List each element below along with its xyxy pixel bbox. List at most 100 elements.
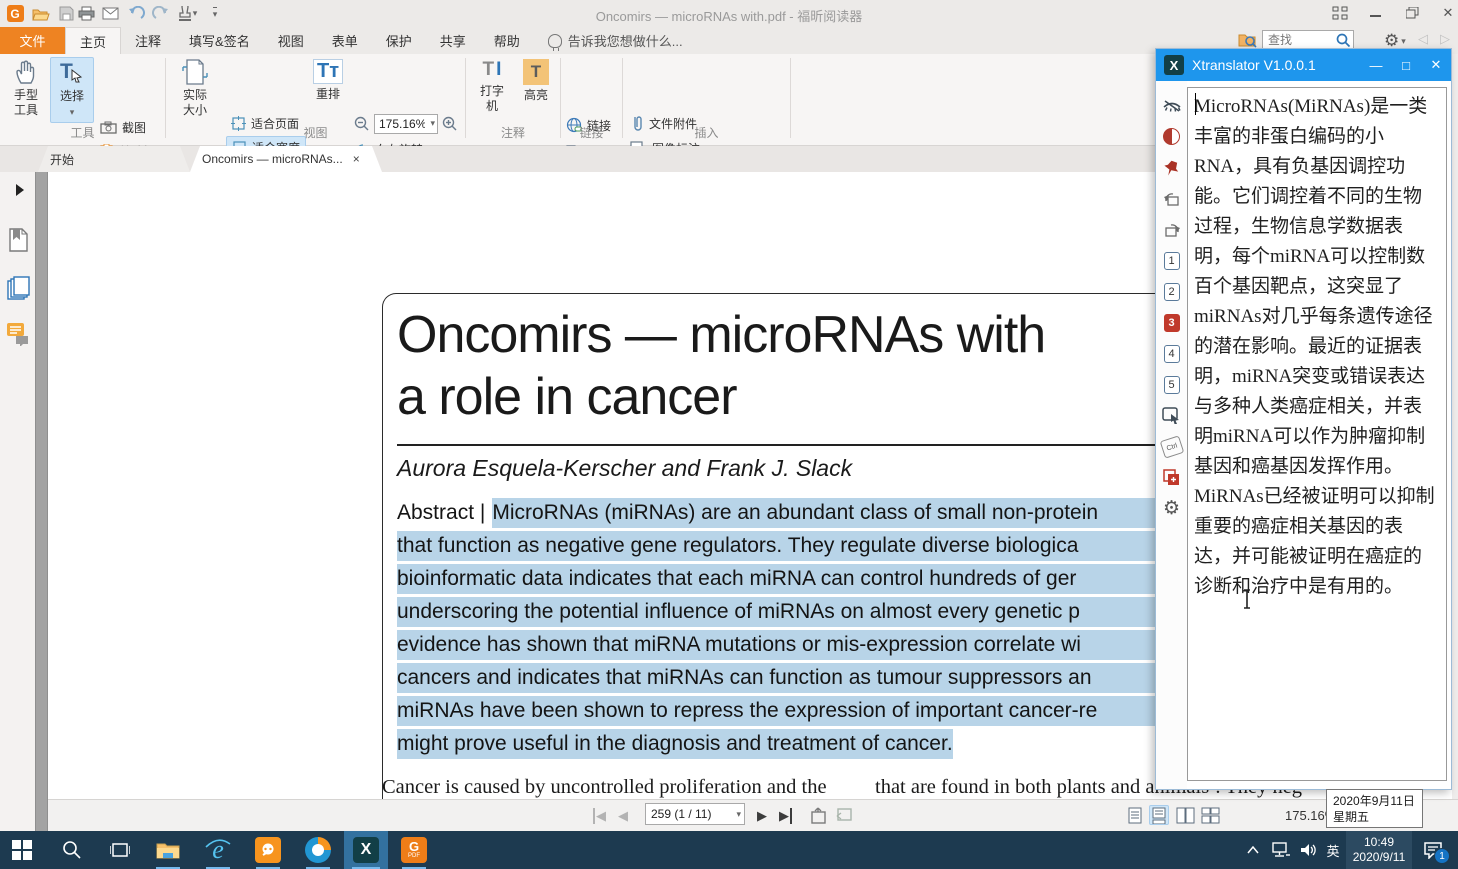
slot-1-button[interactable]: 1: [1161, 250, 1182, 271]
continuous-facing-view-icon[interactable]: [1200, 805, 1220, 825]
previous-page-button[interactable]: ◀: [618, 808, 628, 824]
page-number-input[interactable]: [645, 803, 745, 825]
redo-icon[interactable]: [150, 4, 170, 23]
close-button[interactable]: ✕: [1434, 3, 1458, 23]
file-explorer-icon[interactable]: [148, 831, 188, 869]
typewriter-button[interactable]: TI 打字机: [472, 57, 512, 123]
network-icon[interactable]: [1266, 831, 1296, 869]
next-view-icon[interactable]: [836, 807, 854, 824]
slot-2-button[interactable]: 2: [1161, 281, 1182, 302]
previous-view-icon[interactable]: [810, 807, 828, 824]
sidebar-expand-icon[interactable]: [16, 184, 24, 196]
undo-rotate-icon[interactable]: [1161, 188, 1182, 209]
quick-access-more-icon[interactable]: ▾: [206, 4, 224, 23]
menu-tab-view[interactable]: 视图: [264, 27, 318, 54]
xtranslator-titlebar[interactable]: X Xtranslator V1.0.0.1 — □ ✕: [1156, 49, 1451, 81]
menu-tab-help[interactable]: 帮助: [480, 27, 534, 54]
hand-tool-button[interactable]: 手型工具: [6, 57, 46, 123]
first-page-button[interactable]: ◀: [593, 808, 606, 824]
search-doc-icon[interactable]: [1238, 31, 1257, 48]
hand-icon: [14, 59, 38, 85]
tab-document[interactable]: Oncomirs — microRNAs... ×: [190, 146, 382, 172]
settings-gear-icon[interactable]: ⚙: [1161, 498, 1182, 519]
ime-indicator[interactable]: 英: [1320, 831, 1346, 869]
internet-explorer-icon[interactable]: e: [198, 831, 238, 869]
find-next-icon[interactable]: ▷: [1440, 31, 1450, 47]
show-hidden-icons-button[interactable]: [1238, 831, 1268, 869]
copy-result-icon[interactable]: [1161, 467, 1182, 488]
facing-view-icon[interactable]: [1175, 805, 1195, 825]
browser-app-icon[interactable]: [298, 831, 338, 869]
bookmark-panel-icon[interactable]: [7, 228, 29, 252]
task-view-icon[interactable]: [100, 831, 140, 869]
foxit-taskbar-button[interactable]: G PDF: [394, 831, 434, 869]
menu-tab-home[interactable]: 主页: [65, 27, 121, 54]
taskbar-clock[interactable]: 10:49 2020/9/11: [1346, 831, 1412, 869]
reflow-button[interactable]: Tт 重排: [306, 57, 350, 123]
tell-me-box[interactable]: 告诉我您想做什么...: [534, 27, 697, 54]
group-label-tools: 工具: [0, 124, 165, 138]
menu-tab-file[interactable]: 文件: [0, 27, 65, 54]
undo-icon[interactable]: [126, 4, 146, 23]
actual-size-button[interactable]: 实际大小: [172, 57, 218, 123]
select-tool-button[interactable]: T 选择▾: [50, 57, 94, 123]
minimize-button[interactable]: [1362, 3, 1390, 23]
menu-tab-fill-sign[interactable]: 填写&签名: [175, 27, 264, 54]
select-text-icon: T: [60, 60, 84, 86]
foxit-logo-icon[interactable]: G: [5, 4, 25, 23]
find-input[interactable]: [1262, 30, 1354, 50]
chat-app-icon[interactable]: [248, 831, 288, 869]
translation-text-area[interactable]: MicroRNAs(MiRNAs)是一类丰富的非蛋白编码的小RNA，具有负基因调…: [1187, 87, 1447, 781]
group-label-view: 视图: [166, 124, 465, 138]
sidebar-splitter[interactable]: [35, 172, 48, 831]
pin-icon[interactable]: [1161, 157, 1182, 178]
slot-4-button[interactable]: 4: [1161, 343, 1182, 364]
save-icon[interactable]: [56, 4, 76, 23]
group-label-link: 链接: [561, 124, 622, 138]
taskbar-date: 2020/9/11: [1353, 850, 1406, 865]
taskbar-search-icon[interactable]: [52, 831, 92, 869]
ctrl-key-icon[interactable]: Ctrl: [1161, 436, 1182, 457]
slot-5-button[interactable]: 5: [1161, 374, 1182, 395]
xtranslator-taskbar-button[interactable]: X: [344, 831, 388, 869]
comments-panel-icon[interactable]: [6, 322, 31, 346]
document-scrollbar[interactable]: [1452, 54, 1458, 831]
next-page-button[interactable]: ▶: [757, 808, 767, 824]
group-label-insert: 插入: [623, 124, 790, 138]
menu-tab-share[interactable]: 共享: [426, 27, 480, 54]
tab-document-label: Oncomirs — microRNAs...: [202, 152, 343, 166]
single-page-view-icon[interactable]: [1125, 805, 1145, 825]
translation-paragraph-1: MicroRNAs(MiRNAs)是一类丰富的非蛋白编码的小RNA，具有负基因调…: [1194, 92, 1440, 482]
find-previous-icon[interactable]: ◁: [1418, 31, 1428, 47]
xtranslator-maximize-button[interactable]: □: [1391, 49, 1421, 81]
arrange-windows-icon[interactable]: [1326, 3, 1354, 23]
page-navigation-bar: ◀ ◀ ▾ ▶ ▶ 175.16% ▾: [48, 799, 1458, 831]
start-button[interactable]: [2, 831, 42, 869]
lightbulb-icon: [548, 34, 562, 48]
redo-rotate-icon[interactable]: [1161, 219, 1182, 240]
continuous-view-icon[interactable]: [1149, 805, 1169, 825]
xtranslator-close-button[interactable]: ✕: [1421, 49, 1451, 81]
menu-tab-comment[interactable]: 注释: [121, 27, 175, 54]
email-icon[interactable]: [100, 4, 120, 23]
menu-tab-form[interactable]: 表单: [318, 27, 372, 54]
last-page-button[interactable]: ▶: [779, 808, 792, 824]
tab-close-icon[interactable]: ×: [353, 152, 360, 166]
print-icon[interactable]: [76, 4, 96, 23]
restore-button[interactable]: [1398, 3, 1426, 23]
tab-start[interactable]: 开始: [38, 146, 190, 172]
menu-tab-protect[interactable]: 保护: [372, 27, 426, 54]
page-number-dropdown-icon[interactable]: ▾: [736, 809, 741, 820]
stamp-tool-icon[interactable]: ▾: [174, 4, 200, 23]
open-file-icon[interactable]: [31, 4, 51, 23]
notification-badge: 1: [1434, 848, 1450, 864]
slot-3-button[interactable]: 3: [1161, 312, 1182, 333]
toggle-translate-icon[interactable]: [1161, 126, 1182, 147]
action-center-button[interactable]: 1: [1414, 831, 1452, 869]
hide-eye-icon[interactable]: [1161, 95, 1182, 116]
xtranslator-minimize-button[interactable]: —: [1361, 49, 1391, 81]
highlight-button[interactable]: T 高亮: [516, 57, 556, 123]
select-window-icon[interactable]: [1161, 405, 1182, 426]
tooltip-date: 2020年9月11日: [1333, 793, 1416, 809]
page-thumbnails-icon[interactable]: [7, 276, 30, 300]
